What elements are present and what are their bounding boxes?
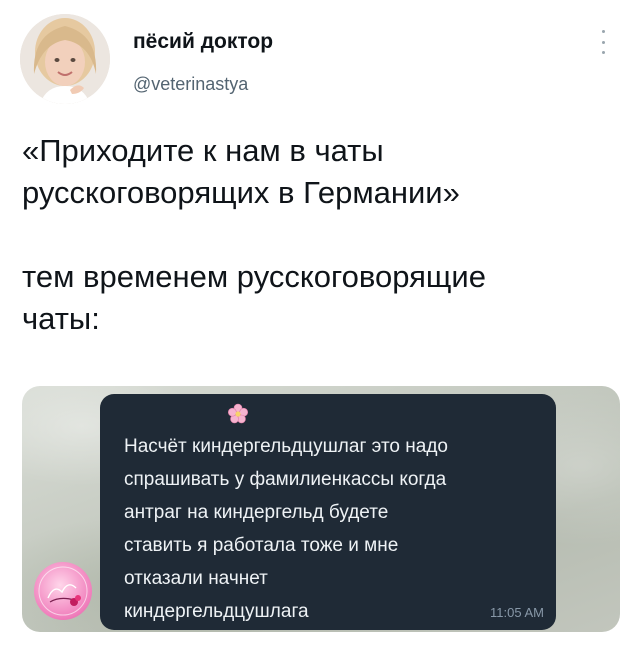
author-name[interactable]: пёсий доктор bbox=[133, 30, 273, 54]
author-handle[interactable]: @veterinastya bbox=[133, 74, 248, 95]
chat-message-bubble: Насчёт киндергельдцушлаг это надо спраши… bbox=[100, 394, 556, 630]
chat-message-time: 11:05 AM bbox=[490, 605, 544, 620]
cherry-blossom-icon bbox=[228, 403, 249, 424]
author-avatar[interactable] bbox=[20, 14, 110, 104]
chat-message-text: Насчёт киндергельдцушлаг это надо спраши… bbox=[124, 436, 448, 622]
more-options-icon[interactable] bbox=[596, 30, 610, 54]
sticker-icon bbox=[34, 562, 92, 620]
tweet-media-image[interactable]: Насчёт киндергельдцушлаг это надо спраши… bbox=[22, 386, 620, 632]
tweet-text: «Приходите к нам в чаты русскоговорящих … bbox=[22, 133, 486, 336]
avatar-photo bbox=[20, 14, 110, 104]
